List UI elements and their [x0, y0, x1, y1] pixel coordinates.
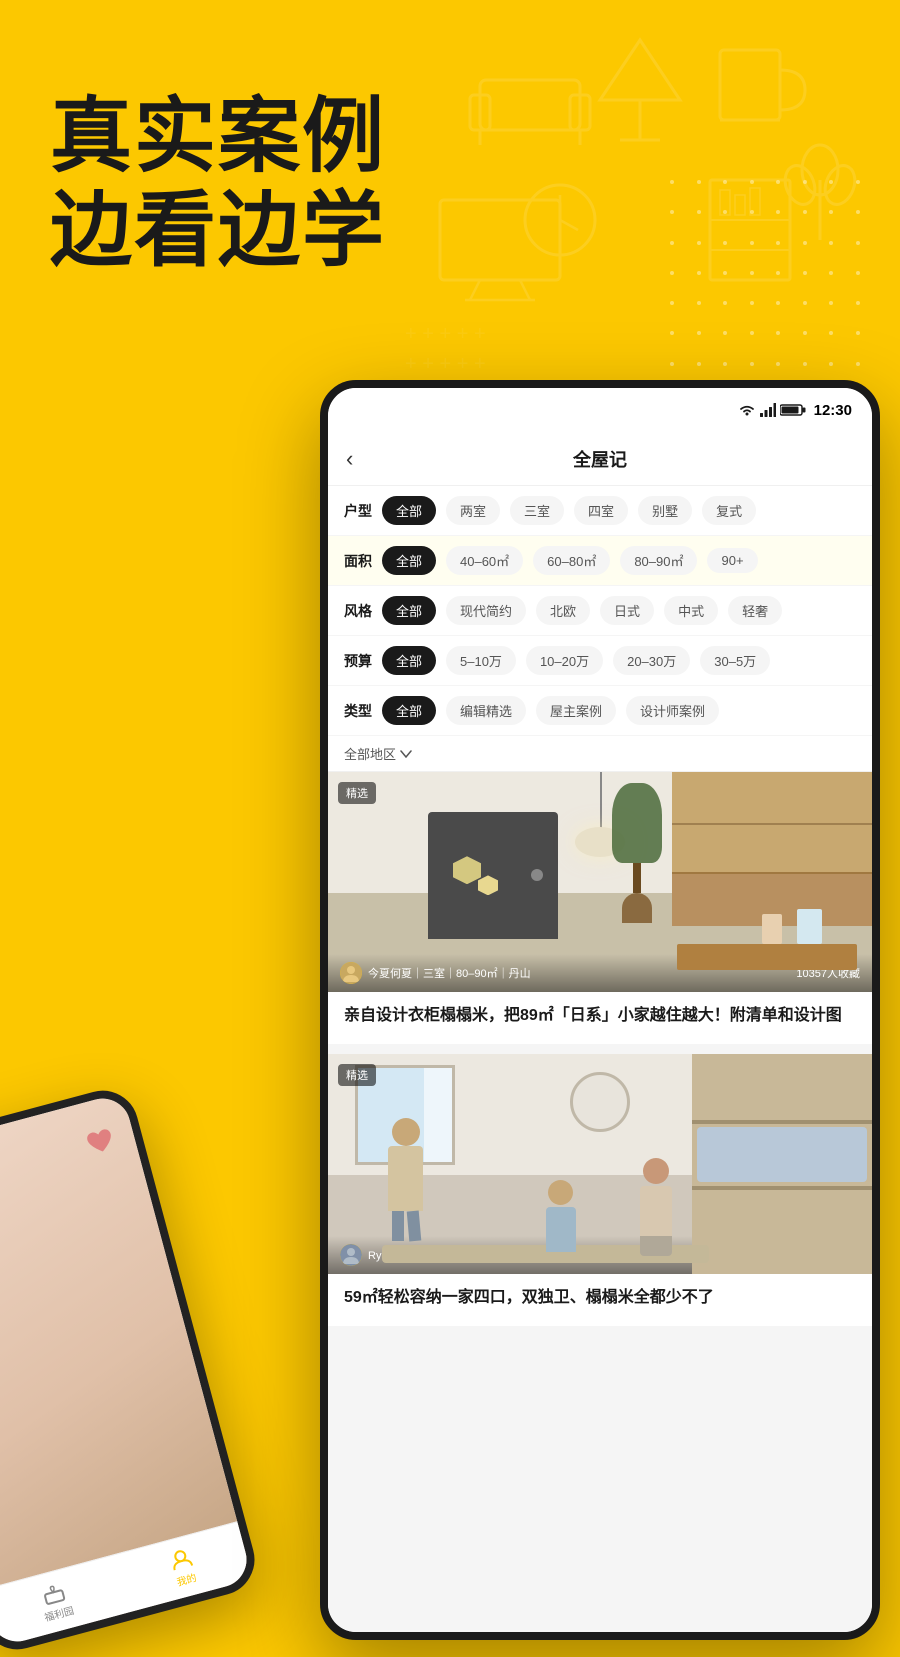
filter-tag-20-30[interactable]: 20–30万 — [613, 646, 690, 675]
filter-row-yusuan: 预算 全部 5–10万 10–20万 20–30万 30–5万 — [328, 636, 872, 686]
wifi-icon — [738, 403, 756, 417]
filter-tag-qingzhe[interactable]: 轻奢 — [728, 596, 782, 625]
case-image-1: 精选 今夏何夏｜三室｜80–90㎡｜丹山 10357人收藏 — [328, 772, 872, 992]
filter-tag-bianji[interactable]: 编辑精选 — [446, 696, 526, 725]
filter-tag-zhongshi[interactable]: 中式 — [664, 596, 718, 625]
filter-tag-40-60[interactable]: 40–60㎡ — [446, 546, 523, 575]
filter-tag-quanbu-fengge[interactable]: 全部 — [382, 596, 436, 625]
filter-tag-rishi[interactable]: 日式 — [600, 596, 654, 625]
case-title-2: 59㎡轻松容纳一家四口，双独卫、榻榻米全都少不了 — [328, 1274, 872, 1326]
filter-tag-bieshu[interactable]: 别墅 — [638, 496, 692, 525]
nav-item-fuliyuan[interactable]: 福利园 — [36, 1579, 75, 1624]
svg-text:+ + + + +: + + + + + — [405, 353, 486, 375]
case-badge-1: 精选 — [338, 782, 376, 804]
filter-tag-shejishi[interactable]: 设计师案例 — [626, 696, 719, 725]
region-filter-row[interactable]: 全部地区 — [328, 736, 872, 772]
filter-tag-60-80[interactable]: 60–80㎡ — [533, 546, 610, 575]
hero-title-line1: 真实案例 — [50, 90, 386, 184]
case-image-2: 精选 Ryan王恒｜一室｜40–60㎡｜北京 6238人收藏 — [328, 1054, 872, 1274]
filter-tag-80-90[interactable]: 80–90㎡ — [620, 546, 697, 575]
case-title-1: 亲自设计衣柜榻榻米，把89㎡「日系」小家越住越大！附清单和设计图 — [328, 992, 872, 1044]
filter-tag-quanbu-leixing[interactable]: 全部 — [382, 696, 436, 725]
filter-tag-fushi[interactable]: 复式 — [702, 496, 756, 525]
filter-tag-quanbu-mianji[interactable]: 全部 — [382, 546, 436, 575]
main-device: 12:30 ‹ 全屋记 户型 全部 两室 三室 四室 别墅 复式 面积 全部 4… — [320, 380, 880, 1640]
hero-section: 真实案例 边看边学 — [50, 90, 386, 279]
filter-row-mianji: 面积 全部 40–60㎡ 60–80㎡ 80–90㎡ 90+ — [328, 536, 872, 586]
filter-label-leixing: 类型 — [344, 701, 372, 721]
nav-item-wode[interactable]: 我的 — [168, 1546, 199, 1589]
filter-tag-quanbu-yusuan[interactable]: 全部 — [382, 646, 436, 675]
back-button[interactable]: ‹ — [346, 446, 353, 472]
case-badge-2: 精选 — [338, 1064, 376, 1086]
chevron-down-icon — [400, 750, 412, 758]
region-label: 全部地区 — [344, 744, 396, 763]
filter-section: 户型 全部 两室 三室 四室 别墅 复式 面积 全部 40–60㎡ 60–80㎡… — [328, 486, 872, 772]
signal-icon — [760, 403, 776, 417]
status-bar: 12:30 — [328, 388, 872, 432]
filter-label-yusuan: 预算 — [344, 651, 372, 671]
filter-tag-5-10[interactable]: 5–10万 — [446, 646, 516, 675]
filter-label-fengge: 风格 — [344, 601, 372, 621]
filter-tag-xiandai[interactable]: 现代简约 — [446, 596, 526, 625]
filter-tag-sishi[interactable]: 四室 — [574, 496, 628, 525]
svg-text:+ + + + +: + + + + + — [405, 323, 486, 345]
app-header: ‹ 全屋记 — [328, 432, 872, 486]
filter-tag-sanshi[interactable]: 三室 — [510, 496, 564, 525]
filter-tag-10-20[interactable]: 10–20万 — [526, 646, 603, 675]
background-decoration-svg: + + + + + + + + + + + + + + + — [360, 20, 880, 440]
case-card-1[interactable]: 精选 今夏何夏｜三室｜80–90㎡｜丹山 10357人收藏 — [328, 772, 872, 1044]
filter-row-fengge: 风格 全部 现代简约 北欧 日式 中式 轻奢 — [328, 586, 872, 636]
page-title: 全屋记 — [573, 446, 627, 472]
filter-tag-30-50[interactable]: 30–5万 — [700, 646, 770, 675]
filter-tag-beieu[interactable]: 北欧 — [536, 596, 590, 625]
filter-tag-90plus[interactable]: 90+ — [707, 548, 757, 573]
case-card-2[interactable]: 精选 Ryan王恒｜一室｜40–60㎡｜北京 6238人收藏 — [328, 1054, 872, 1326]
filter-row-huxing: 户型 全部 两室 三室 四室 别墅 复式 — [328, 486, 872, 536]
filter-row-leixing: 类型 全部 编辑精选 屋主案例 设计师案例 — [328, 686, 872, 736]
time-display: 12:30 — [814, 402, 852, 419]
filter-tag-liangshi[interactable]: 两室 — [446, 496, 500, 525]
cases-content-area: 精选 今夏何夏｜三室｜80–90㎡｜丹山 10357人收藏 — [328, 772, 872, 1640]
filter-label-mianji: 面积 — [344, 551, 372, 571]
case-user-info-1: 今夏何夏｜三室｜80–90㎡｜丹山 — [368, 965, 531, 981]
user-avatar-2 — [340, 1244, 362, 1266]
battery-icon — [780, 403, 806, 417]
filter-tag-wuzhu[interactable]: 屋主案例 — [536, 696, 616, 725]
hero-title-line2: 边看边学 — [50, 184, 386, 278]
filter-tag-quanbu-huxing[interactable]: 全部 — [382, 496, 436, 525]
user-avatar-1 — [340, 962, 362, 984]
filter-label-huxing: 户型 — [344, 501, 372, 521]
